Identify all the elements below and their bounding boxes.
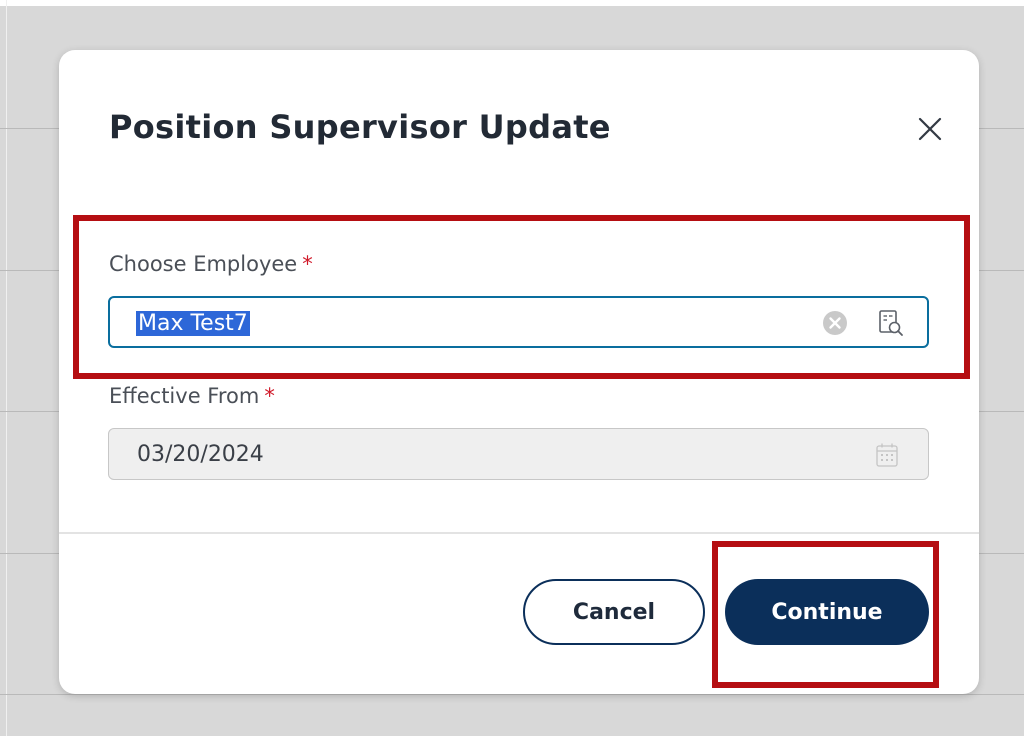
choose-employee-input[interactable]: Max Test7	[108, 296, 929, 348]
backdrop-top-band	[0, 0, 1024, 6]
continue-button[interactable]: Continue	[725, 579, 929, 645]
cancel-button[interactable]: Cancel	[523, 579, 705, 645]
effective-from-label: Effective From *	[109, 384, 275, 408]
calendar-icon[interactable]	[874, 441, 900, 469]
required-asterisk: *	[302, 252, 313, 276]
choose-employee-label-text: Choose Employee	[109, 252, 298, 276]
dialog-title: Position Supervisor Update	[109, 108, 611, 146]
close-button[interactable]	[913, 112, 947, 146]
effective-from-date-input[interactable]: 03/20/2024	[108, 428, 929, 480]
clear-circle-icon[interactable]	[822, 310, 848, 336]
lookup-search-icon[interactable]	[877, 308, 905, 338]
backdrop-row-divider	[0, 694, 1024, 695]
employee-input-value[interactable]: Max Test7	[136, 310, 250, 338]
close-icon	[918, 117, 942, 141]
backdrop-edge	[6, 0, 7, 736]
employee-selected-text: Max Test7	[136, 311, 250, 336]
effective-from-value: 03/20/2024	[137, 442, 264, 467]
choose-employee-label: Choose Employee *	[109, 252, 313, 276]
position-supervisor-dialog: Position Supervisor Update Choose Employ…	[59, 50, 979, 694]
required-asterisk: *	[264, 384, 275, 408]
effective-from-label-text: Effective From	[109, 384, 260, 408]
footer-divider	[59, 532, 979, 534]
